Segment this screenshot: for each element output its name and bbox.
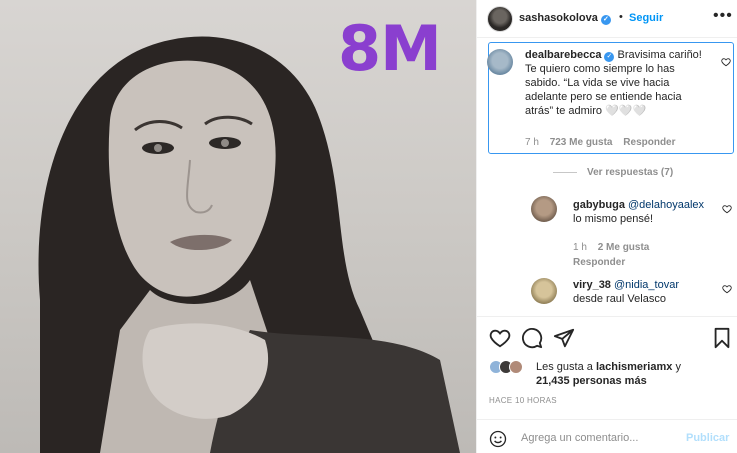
reply-time: 1 h: [573, 242, 587, 253]
reply-reply-button[interactable]: Responder: [573, 257, 625, 268]
emoji-icon[interactable]: [489, 430, 507, 448]
reply-username[interactable]: viry_38: [573, 279, 611, 291]
comment-bubble-icon[interactable]: [521, 327, 543, 349]
likes-prefix: Les gusta a: [536, 361, 593, 373]
highlighted-comment: dealbarebecca ✓ Bravisima cariño! Te quie…: [487, 42, 734, 154]
likes-summary: Les gusta a lachismeriamx y 21,435 perso…: [477, 356, 737, 392]
reply-body: gabybuga @delahoyaalex lo mismo pensé!: [573, 198, 723, 226]
comment-meta: 7 h 723 Me gusta Responder: [525, 137, 684, 148]
comment-time: 7 h: [525, 137, 539, 148]
likes-count[interactable]: 21,435 personas más: [536, 375, 647, 387]
reply-text: desde raul Velasco: [573, 293, 666, 305]
publish-button[interactable]: Publicar: [686, 432, 729, 444]
comment-reply-button[interactable]: Responder: [623, 137, 675, 148]
like-heart-icon[interactable]: [489, 327, 511, 349]
liker-avatar: [509, 360, 523, 374]
comment-username[interactable]: dealbarebecca: [525, 49, 601, 61]
reply-text: lo mismo pensé!: [573, 213, 654, 225]
comments-list[interactable]: dealbarebecca ✓ Bravisima cariño! Te quie…: [477, 38, 737, 316]
post-photo[interactable]: 8M: [0, 0, 476, 453]
heart-outline-icon[interactable]: [722, 204, 732, 214]
author-avatar[interactable]: [487, 6, 513, 32]
comment-body: dealbarebecca ✓ Bravisima cariño! Te quie…: [525, 48, 709, 118]
share-send-icon[interactable]: [553, 327, 575, 349]
view-replies-label[interactable]: Ver respuestas (7): [587, 167, 673, 178]
replies-divider: [553, 171, 577, 173]
post-timestamp[interactable]: HACE 10 HORAS: [489, 396, 557, 405]
author-username[interactable]: sashasokolova ✓: [519, 12, 611, 25]
author-username-text[interactable]: sashasokolova: [519, 12, 598, 24]
comment-input[interactable]: [521, 429, 671, 447]
comment-avatar[interactable]: [487, 49, 513, 75]
reply-body: viry_38 @nidia_tovar desde raul Velasco: [573, 278, 723, 306]
instagram-post: 8M sashasokolova ✓ • Seguir ••• dealbareb…: [0, 0, 737, 453]
reply-avatar[interactable]: [531, 196, 557, 222]
post-header: sashasokolova ✓ • Seguir •••: [477, 0, 737, 38]
reply-mention[interactable]: @delahoyaalex: [628, 199, 704, 211]
save-bookmark-icon[interactable]: [711, 327, 733, 349]
header-separator: •: [619, 11, 623, 23]
likes-user[interactable]: lachismeriamx: [596, 361, 672, 373]
reply-likes[interactable]: 2 Me gusta: [598, 242, 650, 253]
heart-outline-icon[interactable]: [722, 284, 732, 294]
comment-composer: Publicar: [477, 419, 737, 453]
action-bar: [477, 316, 737, 356]
reply-avatar[interactable]: [531, 278, 557, 304]
photo-caption-8m: 8M: [338, 12, 442, 85]
heart-outline-icon[interactable]: [721, 57, 731, 67]
reply-mention[interactable]: @nidia_tovar: [614, 279, 679, 291]
verified-badge-icon: ✓: [604, 52, 615, 62]
verified-badge-icon: ✓: [600, 15, 611, 25]
post-sidebar: sashasokolova ✓ • Seguir ••• dealbarebecc…: [476, 0, 737, 453]
more-horizontal-icon[interactable]: •••: [713, 7, 733, 25]
likes-connector: y: [675, 361, 681, 373]
follow-button[interactable]: Seguir: [629, 12, 663, 24]
reply-username[interactable]: gabybuga: [573, 199, 625, 211]
comment-likes[interactable]: 723 Me gusta: [550, 137, 613, 148]
view-replies-button[interactable]: Ver respuestas (7): [553, 167, 673, 178]
reply-meta: 1 h 2 Me gusta Responder: [573, 240, 723, 270]
likes-text: Les gusta a lachismeriamx y 21,435 perso…: [536, 360, 736, 388]
